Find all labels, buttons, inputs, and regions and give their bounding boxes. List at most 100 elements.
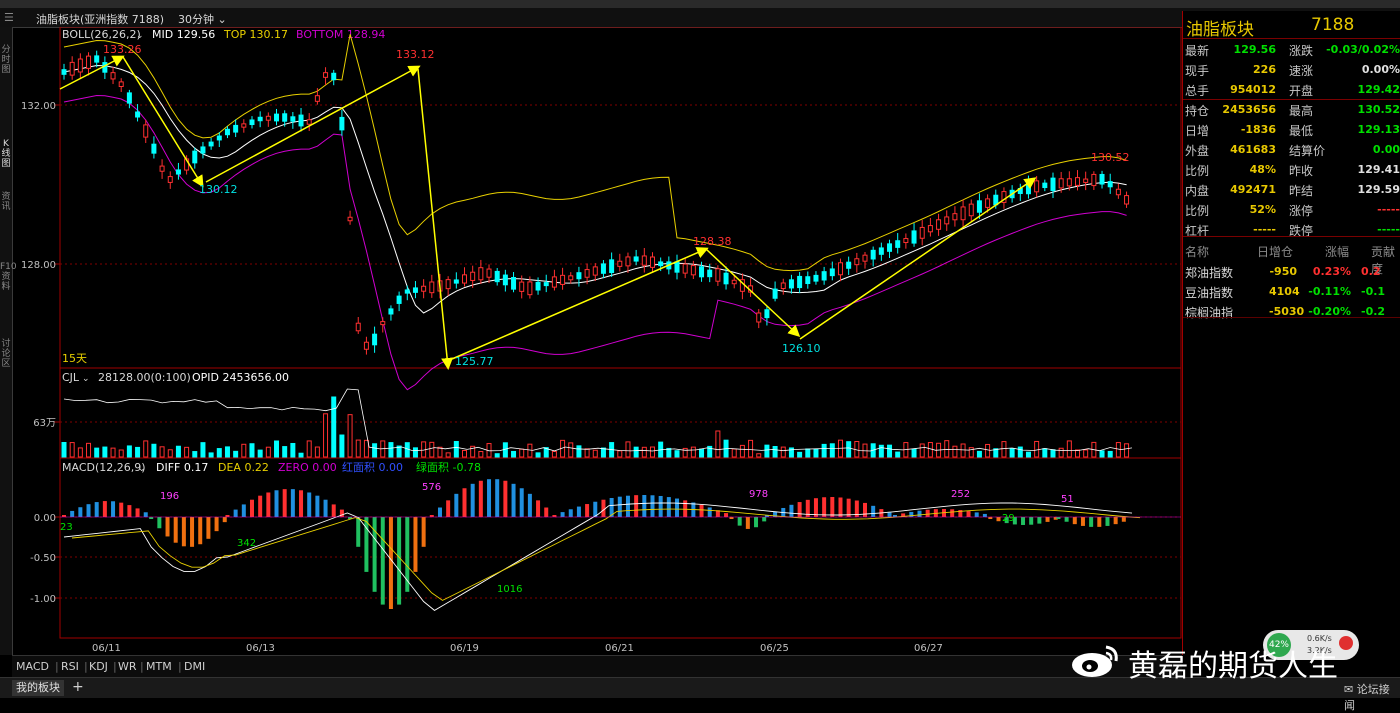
macd-zero: ZERO 0.00 <box>278 461 337 474</box>
macd-bar <box>519 488 524 517</box>
candle <box>878 247 884 255</box>
macd-bar <box>838 497 843 517</box>
macd-bar <box>585 504 590 517</box>
volume-bar <box>274 440 280 458</box>
macd-bar <box>70 510 75 517</box>
volume-bar <box>478 451 484 458</box>
volume-bar <box>453 441 459 458</box>
macd-bar <box>560 512 565 517</box>
macd-bar <box>737 517 742 526</box>
volume-bar <box>927 442 933 458</box>
volume-bar <box>1066 440 1072 458</box>
boll-line <box>63 94 1127 391</box>
volume-bar <box>641 446 647 458</box>
forum-news-link[interactable]: ✉ 论坛接闻 <box>1344 681 1400 713</box>
macd-bar <box>78 507 83 517</box>
macd-bar <box>380 517 385 605</box>
candle <box>233 124 239 133</box>
macd-label[interactable]: MACD(12,26,9) <box>62 461 146 474</box>
quote-value: -0.03/0.02% <box>1326 43 1400 56</box>
macd-bar <box>190 517 195 547</box>
quote-row: 日增 -1836 最低 129.13 <box>1183 120 1400 139</box>
macd-bar <box>94 502 99 517</box>
volume-bar <box>61 442 67 458</box>
menu-icon[interactable]: ☰ <box>4 11 14 24</box>
quote-label: 最新 <box>1185 44 1210 58</box>
candle <box>110 72 116 80</box>
tab-my-sectors[interactable]: 我的板块 <box>12 680 64 696</box>
volume-bar <box>1124 443 1130 458</box>
add-tab-button[interactable]: + <box>72 679 84 695</box>
volume-bar <box>985 443 991 458</box>
days-label: 15天 <box>62 352 87 365</box>
volume-bar <box>674 450 680 458</box>
annotation-low-130-12: 130.12 <box>199 183 238 196</box>
index-row[interactable]: 棕榈油指 -5030 -0.20% -0.2 <box>1183 302 1400 322</box>
quote-label: 比例 <box>1185 204 1210 218</box>
candle <box>895 240 901 248</box>
volume-label[interactable]: CJL <box>62 371 80 384</box>
volume-bar <box>135 446 141 458</box>
tab-macd[interactable]: MACD <box>16 660 49 673</box>
macd-bar <box>822 497 827 517</box>
kline-chart-area[interactable]: BOLL(26,26,2) ⌄ MID 129.56 TOP 130.17 BO… <box>0 27 1182 655</box>
candle <box>347 216 353 222</box>
candle <box>854 258 860 266</box>
candle <box>936 219 942 230</box>
macd-area-label: 51 <box>1061 494 1074 505</box>
weibo-logo-icon <box>1072 645 1118 677</box>
candle <box>249 119 255 126</box>
quote-value: 129.59 <box>1357 183 1400 196</box>
tab-wr[interactable]: WR <box>118 660 137 673</box>
tab-mtm[interactable]: MTM <box>146 660 172 673</box>
candle <box>641 255 647 266</box>
quote-panel: 油脂板块 7188 最新 129.56 涨跌 -0.03/0.02% 现手 226 速涨 0.… <box>1182 11 1400 655</box>
macd-bar <box>617 496 622 517</box>
index-row[interactable]: 郑油指数 -950 0.23% 0.2 <box>1183 262 1400 282</box>
quote-value: 48% <box>1249 163 1276 176</box>
period-selector[interactable]: 30分钟 ⌄ <box>178 11 227 27</box>
top-strip <box>0 0 1400 8</box>
macd-red-area: 红面积 0.00 <box>342 461 403 474</box>
x-label: 06/13 <box>246 643 275 654</box>
candle <box>715 268 721 282</box>
candle <box>527 281 533 296</box>
candle <box>388 308 394 315</box>
tab-rsi[interactable]: RSI <box>61 660 79 673</box>
quote-value: ----- <box>1253 223 1276 236</box>
chevron-down-icon: ⌄ <box>214 13 227 26</box>
volume-bar <box>715 430 721 458</box>
volume-bar <box>633 446 639 458</box>
macd-area-label: 29 <box>1002 513 1015 524</box>
candle <box>837 262 843 276</box>
instrument-name: 油脂板块 <box>1186 20 1254 40</box>
macd-bar <box>222 517 227 523</box>
volume-bar <box>200 442 206 458</box>
macd-bar <box>996 517 1001 522</box>
quote-value: 52% <box>1249 203 1276 216</box>
macd-bar <box>282 489 287 517</box>
index-change: 0.23% <box>1312 265 1351 278</box>
quote-label: 总手 <box>1185 84 1210 98</box>
volume-bar <box>86 442 92 458</box>
macd-bar <box>503 480 508 517</box>
boll-label[interactable]: BOLL(26,26,2) <box>62 28 141 41</box>
macd-bar <box>198 517 203 545</box>
divider <box>1183 99 1400 100</box>
tab-kdj[interactable]: KDJ <box>89 660 108 673</box>
volume-bar <box>159 446 165 458</box>
trend-arrow <box>451 247 709 360</box>
volume-bar <box>592 449 598 458</box>
candle <box>462 274 467 284</box>
annotation-low-126-10: 126.10 <box>782 342 821 355</box>
boll-top-value: TOP 130.17 <box>223 28 288 41</box>
tab-dmi[interactable]: DMI <box>184 660 205 673</box>
candle <box>723 272 729 285</box>
volume-bar <box>290 442 296 458</box>
macd-line <box>71 508 1141 601</box>
candle <box>780 282 786 290</box>
quote-value: -1836 <box>1240 123 1276 136</box>
index-row[interactable]: 豆油指数 4104 -0.11% -0.1 <box>1183 282 1400 302</box>
volume-bar <box>911 448 917 458</box>
volume-bar <box>805 448 811 458</box>
